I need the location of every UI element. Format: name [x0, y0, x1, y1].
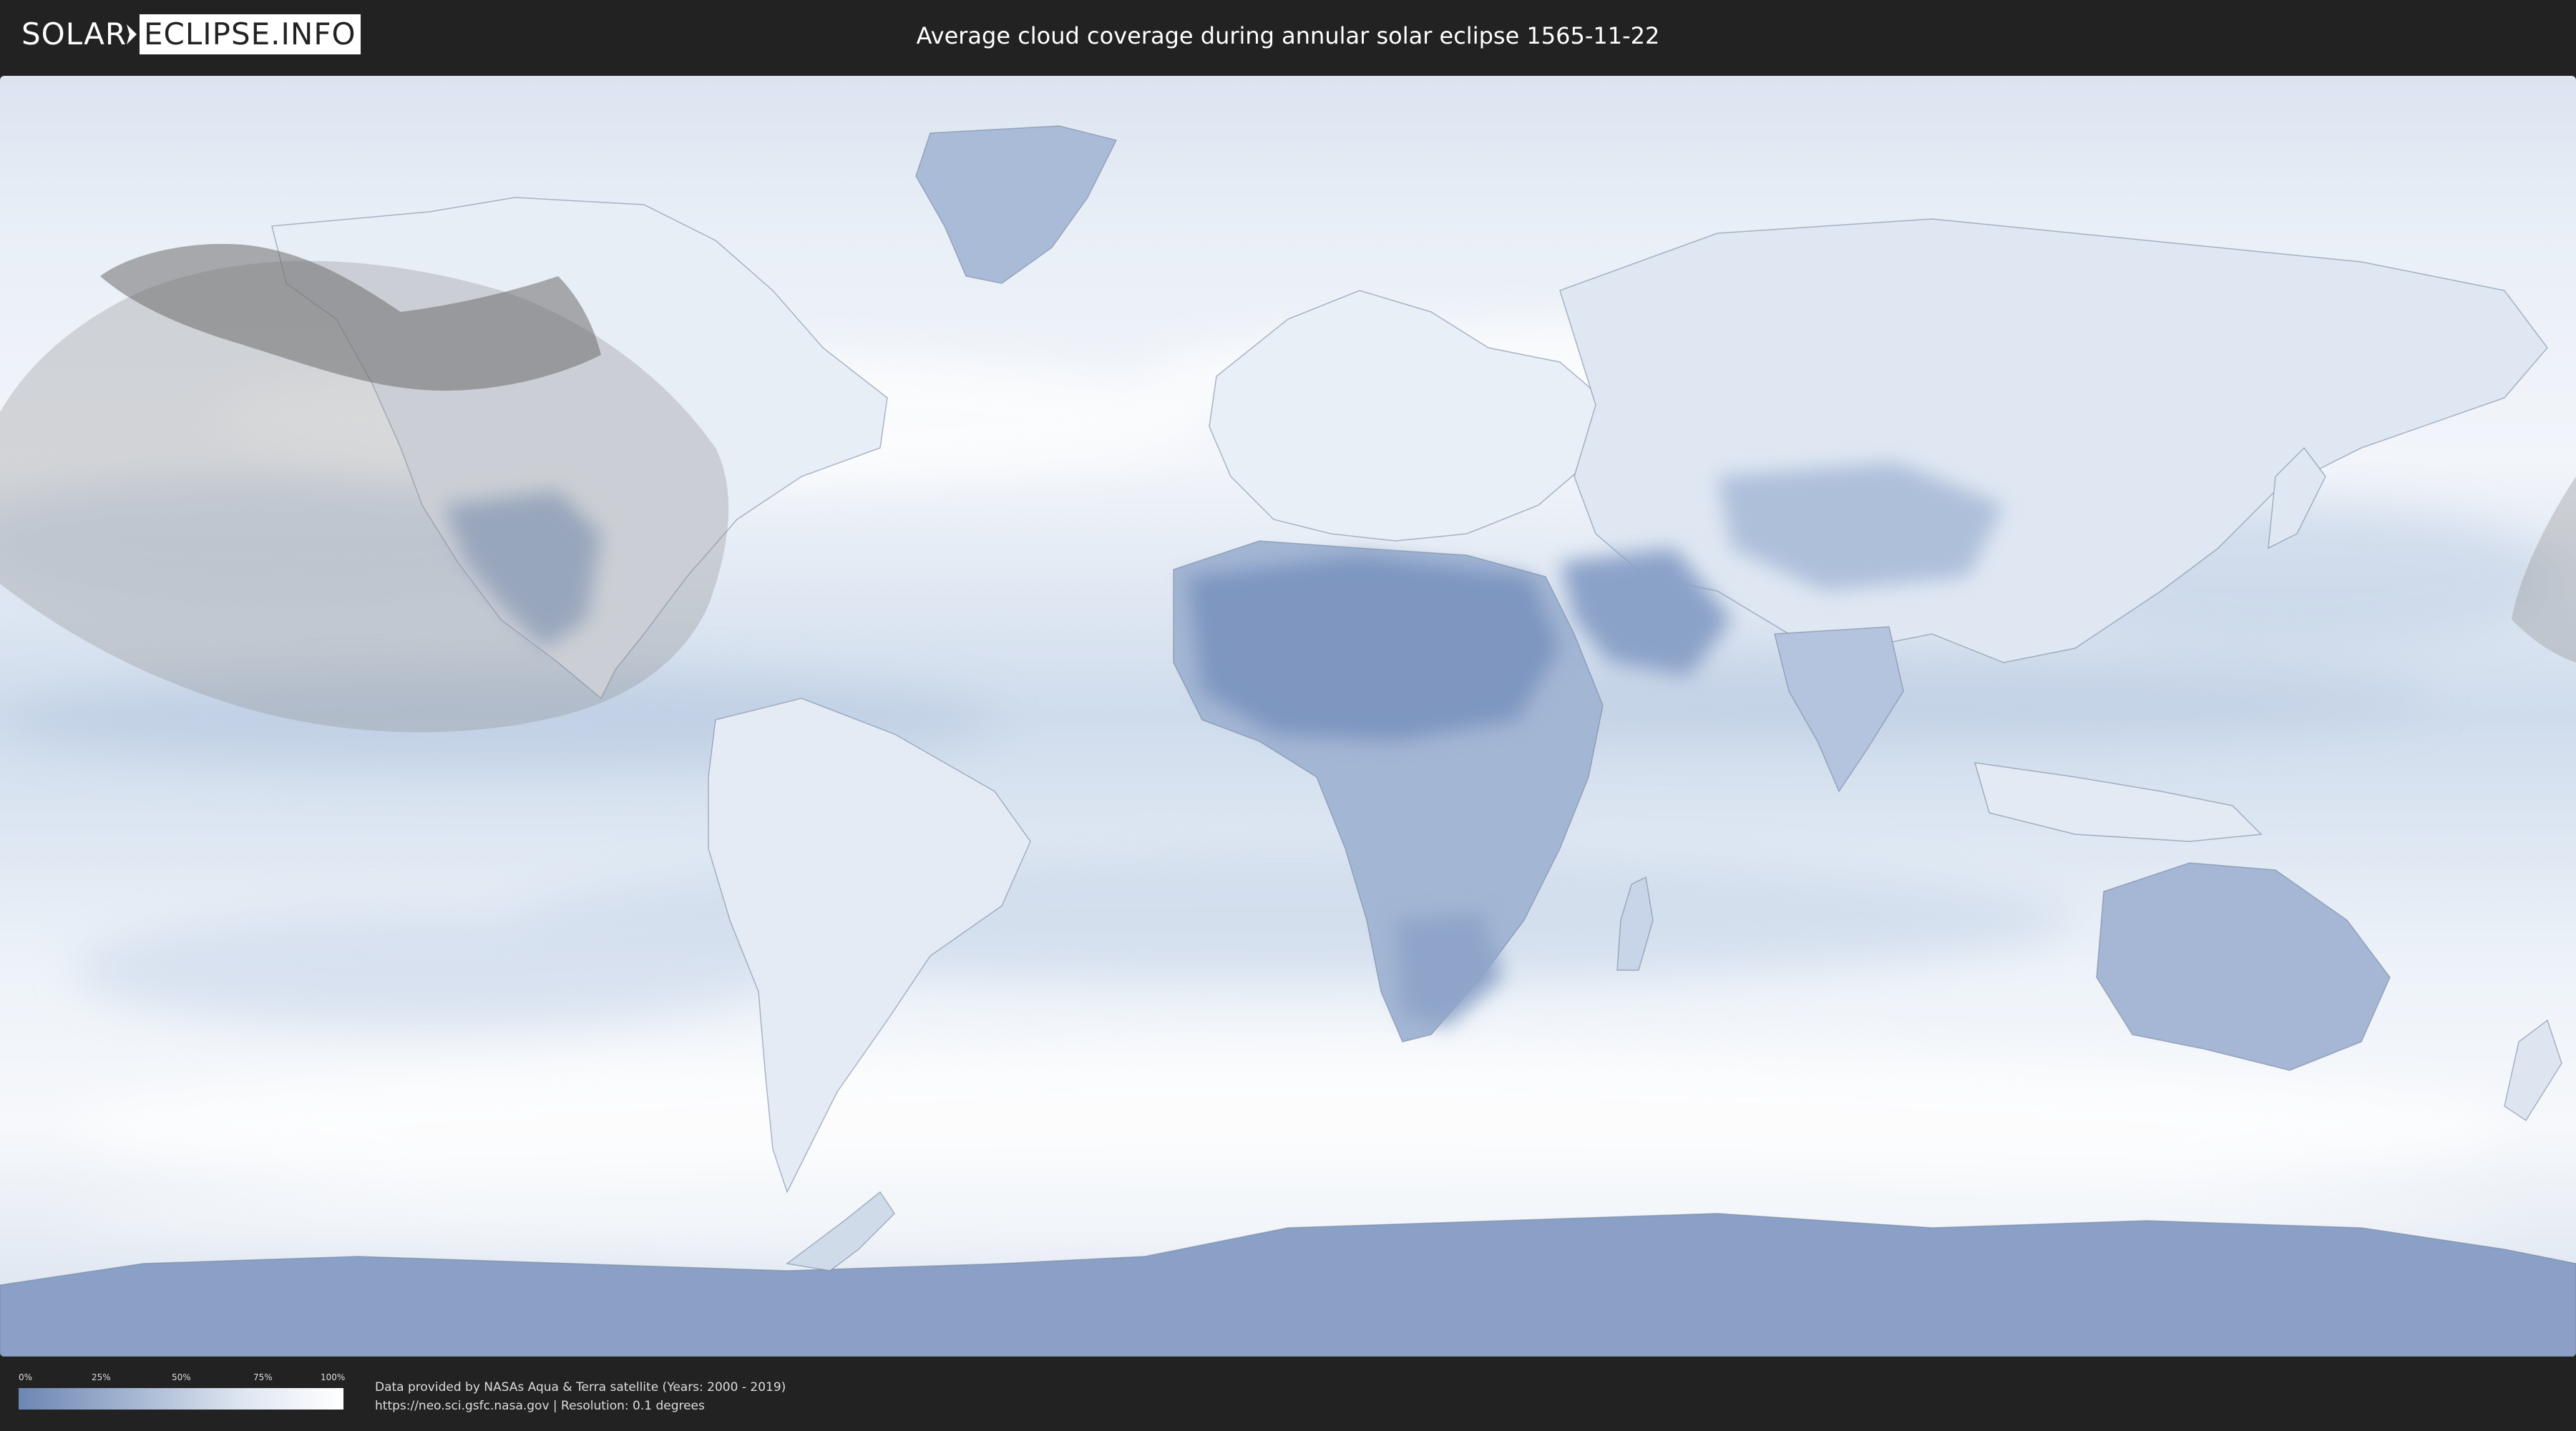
legend-color-bar [19, 1388, 343, 1410]
legend-tick-100: 100% [321, 1372, 346, 1382]
page-title: Average cloud coverage during annular so… [916, 22, 1660, 49]
cloud-coverage-map [0, 76, 2576, 1357]
sahara-clear [1188, 555, 1560, 741]
legend-tick-25: 25% [92, 1372, 111, 1382]
legend-tick-50: 50% [172, 1372, 191, 1382]
credits-source: Data provided by NASAs Aqua & Terra sate… [375, 1380, 786, 1395]
legend-tick-75: 75% [253, 1372, 273, 1382]
app: SOLAR ECLIPSE.INFO Average cloud coverag… [0, 0, 2576, 1431]
footer: 0% 25% 50% 75% 100% Data provided by NAS… [0, 1357, 2576, 1431]
credits-url-resolution: https://neo.sci.gsfc.nasa.gov | Resoluti… [375, 1399, 705, 1413]
legend-tick-0: 0% [19, 1372, 33, 1382]
cloud-coverage-legend: 0% 25% 50% 75% 100% [19, 1372, 346, 1412]
world-map [0, 76, 2576, 1357]
header: SOLAR ECLIPSE.INFO Average cloud coverag… [0, 0, 2576, 72]
data-credits: Data provided by NASAs Aqua & Terra sate… [375, 1378, 786, 1415]
